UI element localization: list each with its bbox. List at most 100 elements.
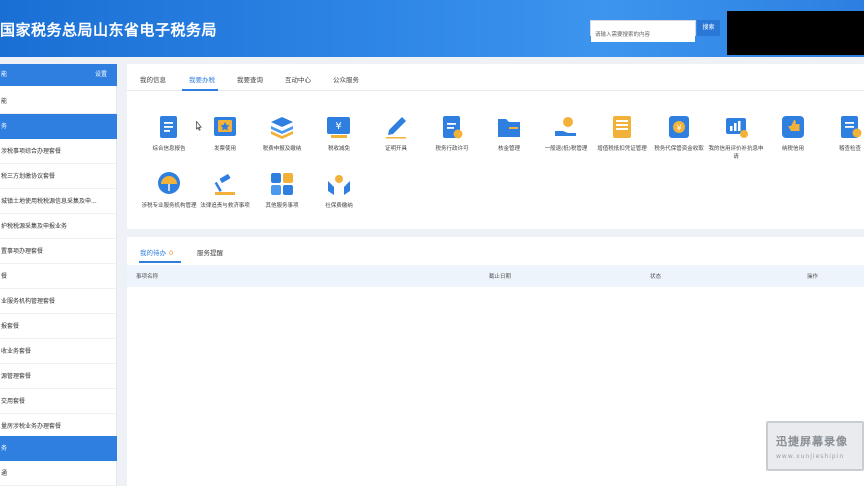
col-deadline: 截止日期	[489, 274, 512, 280]
sidebar-section-header[interactable]: 务	[0, 436, 117, 461]
tab-my-info[interactable]: 我的信息	[140, 74, 166, 84]
todo-count-badge: 0	[169, 249, 174, 257]
function-tile[interactable]: 税务行政许可	[422, 114, 482, 153]
sidebar-item-label: 量房涉税业务办理套餐	[1, 423, 62, 430]
sidebar-item[interactable]: 护税税源采集及申报业务	[0, 214, 117, 239]
function-tile[interactable]: 其他服务事项	[252, 171, 312, 210]
function-label: 涉税专业服务机构管理	[141, 203, 197, 209]
todo-panel: 我的待办 0 服务提醒 事项名称 截止日期 状态 操作	[127, 237, 864, 486]
gavel-icon	[214, 174, 235, 195]
function-tile[interactable]: 证明开具	[366, 114, 426, 153]
sidebar-item-label: 护税税源采集及申报业务	[1, 223, 68, 230]
sidebar-item[interactable]: 源管理套餐	[0, 364, 117, 389]
tab-service-reminder[interactable]: 服务提醒	[197, 247, 223, 257]
function-label: 我的信用评价补抗息申请	[708, 146, 764, 160]
sidebar-item-label: 城镇土地使用税税源信息采集及申...	[1, 198, 97, 205]
function-label: 其他服务事项	[265, 203, 299, 209]
function-tile[interactable]: 社保费缴纳	[309, 171, 369, 210]
search-button[interactable]: 搜索	[697, 20, 720, 36]
function-tile[interactable]: ¥ 税收减免	[309, 114, 369, 153]
tab-query[interactable]: 我要查询	[237, 74, 263, 84]
sidebar-item-label: 务	[1, 445, 8, 452]
svg-text:¥: ¥	[335, 121, 341, 132]
sidebar-item-label: 报套餐	[1, 323, 20, 330]
function-tile[interactable]: 涉税专业服务机构管理	[139, 171, 199, 210]
sidebar-item-label: 源管理套餐	[1, 373, 32, 380]
search-input[interactable]	[591, 28, 695, 42]
col-item-name: 事项名称	[136, 274, 159, 280]
sidebar-item[interactable]: 收业务套餐	[0, 339, 117, 364]
site-title: 国家税务总局山东省电子税务局	[0, 21, 218, 39]
function-tile[interactable]: 纳税信用	[763, 114, 823, 153]
sidebar-settings-link[interactable]: 设置	[95, 64, 107, 86]
tab-my-todo[interactable]: 我的待办 0	[140, 247, 173, 257]
sidebar-section-header[interactable]: 能 设置	[0, 64, 117, 86]
sidebar-item[interactable]: 能	[0, 89, 117, 114]
sidebar-item[interactable]: 通	[0, 461, 117, 486]
sidebar-item-label: 能	[1, 98, 8, 105]
tab-my-todo-label: 我的待办	[140, 249, 166, 257]
refund-hand-icon	[555, 117, 576, 136]
sidebar-item-label: 税三方划缴协议套餐	[1, 173, 56, 180]
sidebar-item[interactable]: 业服务机构管理套餐	[0, 289, 117, 314]
sidebar-item-label: 收业务套餐	[1, 348, 32, 355]
layers-icon	[271, 117, 293, 139]
function-tile[interactable]: 一般退(抵)税管理	[536, 114, 596, 153]
sidebar-item-label: 涉税事项综合办理套餐	[1, 148, 62, 155]
tax-relief-icon: ¥	[327, 117, 350, 138]
tab-interaction[interactable]: 互动中心	[285, 74, 311, 84]
sidebar-item[interactable]: 置事项办理套餐	[0, 239, 117, 264]
function-tile[interactable]: 法律追责与救济事项	[195, 171, 255, 210]
document-icon	[160, 116, 177, 138]
sidebar-item-label: 能	[1, 71, 8, 78]
sidebar-item[interactable]: 交用套餐	[0, 389, 117, 414]
umbrella-icon	[158, 172, 180, 194]
active-tab-indicator	[182, 89, 218, 91]
function-label: 发票使用	[213, 146, 236, 152]
grid-icon	[271, 173, 293, 195]
tab-public-service[interactable]: 公众服务	[333, 74, 359, 84]
pen-icon	[386, 117, 406, 139]
function-label: 纳税信用	[781, 146, 804, 152]
svg-text:¥: ¥	[676, 124, 681, 133]
sidebar-item-label: 通	[1, 470, 8, 477]
sidebar-item-label: 交用套餐	[1, 398, 26, 405]
function-label: 证明开具	[384, 146, 407, 152]
function-tile[interactable]: 我的信用评价补抗息申请	[706, 114, 766, 161]
sidebar-item[interactable]: 餐	[0, 264, 117, 289]
permit-icon	[443, 116, 463, 139]
sidebar-item-label: 业服务机构管理套餐	[1, 298, 56, 305]
function-tile[interactable]: 税费申报及缴纳	[252, 114, 312, 153]
sidebar-item[interactable]: 报套餐	[0, 314, 117, 339]
sidebar-section-header[interactable]: 务	[0, 114, 117, 139]
sidebar-item[interactable]: 税三方划缴协议套餐	[0, 164, 117, 189]
function-tile[interactable]: 稽查检查	[820, 114, 864, 153]
search-box[interactable]	[590, 20, 696, 42]
inspection-icon	[841, 116, 862, 138]
function-tile[interactable]: 核金管理	[479, 114, 539, 153]
main-tabs: 我的信息 我要办税 我要查询 互动中心 公众服务	[127, 64, 864, 91]
function-label: 稽查检查	[838, 146, 861, 152]
function-tile[interactable]: 综合信息报告	[139, 114, 199, 153]
function-label: 法律追责与救济事项	[200, 203, 250, 209]
ledger-icon	[613, 116, 631, 138]
screen-recorder-watermark: 迅捷屏幕录像 www.xunjieshipin	[766, 421, 864, 471]
sidebar-item[interactable]: 城镇土地使用税税源信息采集及申...	[0, 189, 117, 214]
sidebar-item-label: 务	[1, 123, 8, 130]
sidebar-item-label: 餐	[1, 273, 8, 280]
function-label: 综合信息报告	[152, 146, 186, 152]
invoice-icon	[214, 117, 236, 136]
safe-money-icon: ¥	[669, 116, 689, 138]
function-label: 社保费缴纳	[325, 203, 353, 209]
function-tile[interactable]: 发票使用	[195, 114, 255, 153]
function-tile[interactable]: 增值税抵扣凭证管理	[592, 114, 652, 153]
watermark-title: 迅捷屏幕录像	[776, 435, 848, 448]
function-label: 一般退(抵)税管理	[544, 146, 588, 152]
tab-do-tax[interactable]: 我要办税	[189, 74, 215, 84]
sidebar-item[interactable]: 涉税事项综合办理套餐	[0, 139, 117, 164]
folder-icon	[498, 119, 520, 137]
function-tile[interactable]: ¥ 税务代保管资金收取	[649, 114, 709, 153]
family-hands-icon	[328, 175, 350, 195]
thumb-up-icon	[782, 116, 804, 138]
mouse-cursor-icon	[196, 121, 202, 131]
